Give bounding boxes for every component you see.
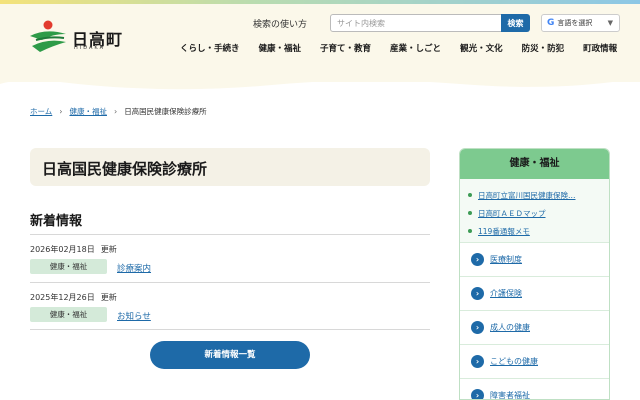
sidebar-sub-link[interactable]: 日高町ＡＥＤマップ bbox=[478, 208, 546, 219]
breadcrumb-separator-icon: › bbox=[113, 107, 118, 116]
news-heading: 新着情報 bbox=[30, 214, 83, 229]
news-item-link[interactable]: 診療案内 bbox=[117, 262, 151, 274]
news-category-tag: 健康・福祉 bbox=[30, 307, 107, 322]
news-category-tag: 健康・福祉 bbox=[30, 259, 107, 274]
bullet-icon bbox=[468, 211, 472, 215]
logo-subtitle: HIDAKA bbox=[74, 45, 106, 51]
news-update-label: 更新 bbox=[100, 245, 117, 254]
nav-item-health[interactable]: 健康・福祉 bbox=[259, 42, 302, 54]
sidebar-item[interactable]: › こどもの健康 bbox=[460, 344, 609, 378]
google-icon: G bbox=[547, 18, 555, 28]
breadcrumb-home[interactable]: ホーム bbox=[30, 106, 52, 117]
arrow-right-icon: › bbox=[471, 287, 484, 300]
news-divider bbox=[30, 329, 430, 330]
sidebar-sub-link[interactable]: 119番通報メモ bbox=[478, 226, 530, 237]
page-title: 日高国民健康保険診療所 bbox=[42, 160, 208, 178]
news-item-date: 2026年02月18日 更新 bbox=[30, 244, 117, 255]
sidebar: 健康・福祉 日高町立富川国民健康保険… 日高町ＡＥＤマップ 119番通報メモ ›… bbox=[459, 148, 610, 400]
sidebar-sub-link[interactable]: 日高町立富川国民健康保険… bbox=[478, 190, 576, 201]
breadcrumb: ホーム › 健康・福祉 › 日高国民健康保険診療所 bbox=[30, 106, 207, 117]
breadcrumb-separator-icon: › bbox=[59, 107, 63, 116]
language-select-label: 言語を選択 bbox=[557, 19, 593, 27]
news-divider bbox=[30, 282, 430, 283]
news-date-text: 2025年12月26日 bbox=[30, 293, 95, 302]
sidebar-item[interactable]: › 障害者福祉 bbox=[460, 378, 609, 399]
bullet-icon bbox=[468, 229, 472, 233]
global-nav: くらし・手続き 健康・福祉 子育て・教育 産業・しごと 観光・文化 防災・防犯 … bbox=[180, 42, 636, 54]
nav-item-industry[interactable]: 産業・しごと bbox=[390, 42, 441, 54]
sidebar-item-label[interactable]: 成人の健康 bbox=[490, 322, 530, 333]
nav-item-childcare[interactable]: 子育て・教育 bbox=[320, 42, 371, 54]
sidebar-sub-list: 日高町立富川国民健康保険… 日高町ＡＥＤマップ 119番通報メモ bbox=[460, 179, 609, 242]
arrow-right-icon: › bbox=[471, 321, 484, 334]
news-item-date: 2025年12月26日 更新 bbox=[30, 292, 117, 303]
page-title-box: 日高国民健康保険診療所 bbox=[30, 148, 430, 186]
language-select[interactable]: G 言語を選択 ▼ bbox=[541, 14, 620, 32]
list-item: 119番通報メモ bbox=[468, 222, 609, 240]
sidebar-item-label[interactable]: 障害者福祉 bbox=[490, 390, 530, 399]
news-date-text: 2026年02月18日 bbox=[30, 245, 95, 254]
nav-item-living[interactable]: くらし・手続き bbox=[180, 42, 240, 54]
news-list-button[interactable]: 新着情報一覧 bbox=[150, 341, 310, 369]
sidebar-item[interactable]: › 医療制度 bbox=[460, 242, 609, 276]
search-guide-link[interactable]: 検索の使い方 bbox=[253, 17, 307, 30]
sidebar-item[interactable]: › 介護保険 bbox=[460, 276, 609, 310]
sidebar-item-label[interactable]: 医療制度 bbox=[490, 254, 522, 265]
list-item: 日高町ＡＥＤマップ bbox=[468, 204, 609, 222]
nav-item-disaster[interactable]: 防災・防犯 bbox=[522, 42, 565, 54]
header-wave bbox=[0, 70, 640, 90]
chevron-down-icon: ▼ bbox=[607, 19, 613, 27]
news-item-link[interactable]: お知らせ bbox=[117, 310, 151, 322]
breadcrumb-current: 日高国民健康保険診療所 bbox=[124, 107, 207, 116]
sidebar-item-label[interactable]: こどもの健康 bbox=[490, 356, 538, 367]
arrow-right-icon: › bbox=[471, 389, 484, 399]
nav-item-government[interactable]: 町政情報 bbox=[583, 42, 617, 54]
news-update-label: 更新 bbox=[100, 293, 117, 302]
sidebar-item[interactable]: › 成人の健康 bbox=[460, 310, 609, 344]
site-search-input[interactable] bbox=[330, 14, 502, 32]
arrow-right-icon: › bbox=[471, 355, 484, 368]
sidebar-item-label[interactable]: 介護保険 bbox=[490, 288, 522, 299]
sidebar-heading: 健康・福祉 bbox=[460, 149, 609, 179]
breadcrumb-parent[interactable]: 健康・福祉 bbox=[69, 106, 107, 117]
bullet-icon bbox=[468, 193, 472, 197]
news-divider bbox=[30, 234, 430, 235]
nav-item-tourism[interactable]: 観光・文化 bbox=[460, 42, 503, 54]
list-item: 日高町立富川国民健康保険… bbox=[468, 186, 609, 204]
search-button[interactable]: 検索 bbox=[501, 14, 530, 32]
arrow-right-icon: › bbox=[471, 253, 484, 266]
